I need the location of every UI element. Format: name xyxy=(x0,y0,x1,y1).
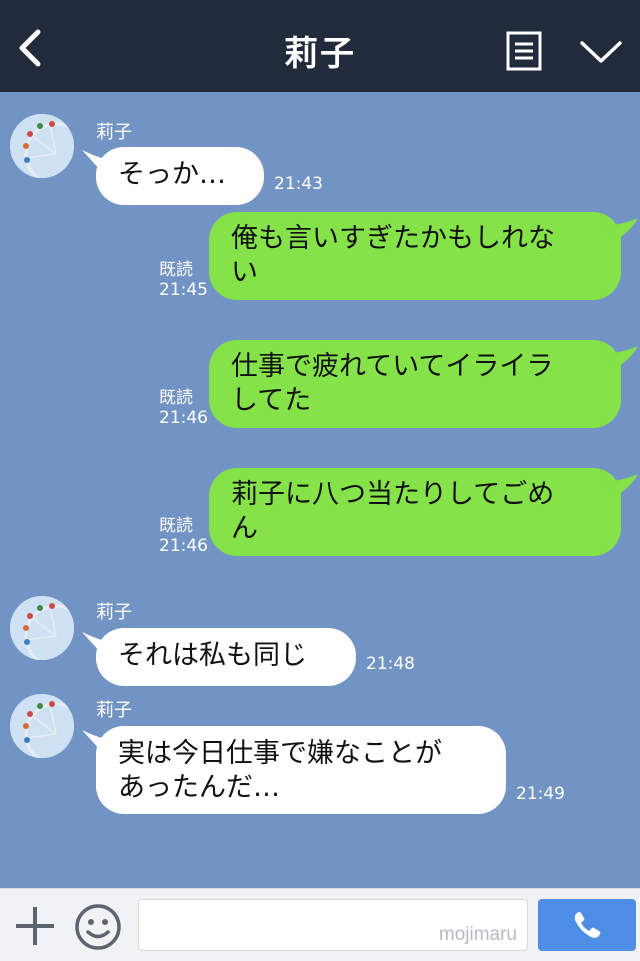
message-text-line: い xyxy=(231,257,258,288)
message-bubble[interactable]: 実は今日仕事で嫌なことが あったんだ… xyxy=(96,726,506,814)
message-text-line: 仕事で疲れていてイライラ xyxy=(231,351,554,382)
read-receipt: 既読 21:46 xyxy=(159,388,208,428)
avatar[interactable] xyxy=(10,596,74,660)
watermark: mojimaru xyxy=(438,924,517,945)
message-time: 21:46 xyxy=(159,536,208,556)
chevron-down-icon xyxy=(580,41,622,63)
expand-button[interactable] xyxy=(578,38,624,66)
sender-name: 莉子 xyxy=(96,122,132,143)
chat-header: 莉子 xyxy=(0,0,640,92)
message-text-line: 莉子に八つ当たりしてごめ xyxy=(231,479,555,510)
ferris-wheel-icon xyxy=(10,596,74,660)
emoji-button[interactable] xyxy=(74,903,122,951)
read-label: 既読 xyxy=(159,388,193,408)
smiley-icon xyxy=(75,904,121,950)
input-bar: mojimaru xyxy=(0,888,640,961)
sender-name: 莉子 xyxy=(96,700,132,721)
message-text-line: あったんだ… xyxy=(118,772,280,803)
message-text: そっか… xyxy=(118,159,226,190)
read-label: 既読 xyxy=(159,260,193,280)
phone-icon xyxy=(574,912,601,938)
call-button[interactable] xyxy=(538,899,636,951)
ferris-wheel-icon xyxy=(10,694,74,758)
message-time: 21:45 xyxy=(159,280,208,300)
message-bubble[interactable]: 仕事で疲れていてイライラ してた xyxy=(209,340,621,428)
message-bubble[interactable]: そっか… xyxy=(96,147,264,205)
avatar[interactable] xyxy=(10,114,74,178)
message-text: それは私も同じ xyxy=(118,640,307,671)
avatar[interactable] xyxy=(10,694,74,758)
read-receipt: 既読 21:46 xyxy=(159,516,208,556)
message-time: 21:43 xyxy=(274,174,323,194)
notes-icon xyxy=(506,31,542,71)
message-bubble[interactable]: それは私も同じ xyxy=(96,628,356,686)
add-button[interactable] xyxy=(14,905,56,947)
plus-icon xyxy=(16,907,54,945)
message-time: 21:46 xyxy=(159,408,208,428)
ferris-wheel-icon xyxy=(10,114,74,178)
bubble-tail xyxy=(606,474,638,496)
message-text-line: ん xyxy=(231,513,258,544)
message-input[interactable]: mojimaru xyxy=(138,899,528,951)
message-bubble[interactable]: 莉子に八つ当たりしてごめ ん xyxy=(209,468,621,556)
message-text-line: 実は今日仕事で嫌なことが xyxy=(118,738,442,769)
read-receipt: 既読 21:45 xyxy=(159,260,208,300)
read-label: 既読 xyxy=(159,516,193,536)
message-text-line: 俺も言いすぎたかもしれな xyxy=(231,223,555,254)
message-time: 21:49 xyxy=(516,784,565,804)
bubble-tail xyxy=(606,346,638,368)
message-time: 21:48 xyxy=(366,654,415,674)
bubble-tail xyxy=(606,218,638,240)
chat-title: 莉子 xyxy=(284,34,356,74)
notes-button[interactable] xyxy=(506,31,542,71)
message-bubble[interactable]: 俺も言いすぎたかもしれな い xyxy=(209,212,621,300)
message-text-line: してた xyxy=(231,385,312,416)
sender-name: 莉子 xyxy=(96,602,132,623)
